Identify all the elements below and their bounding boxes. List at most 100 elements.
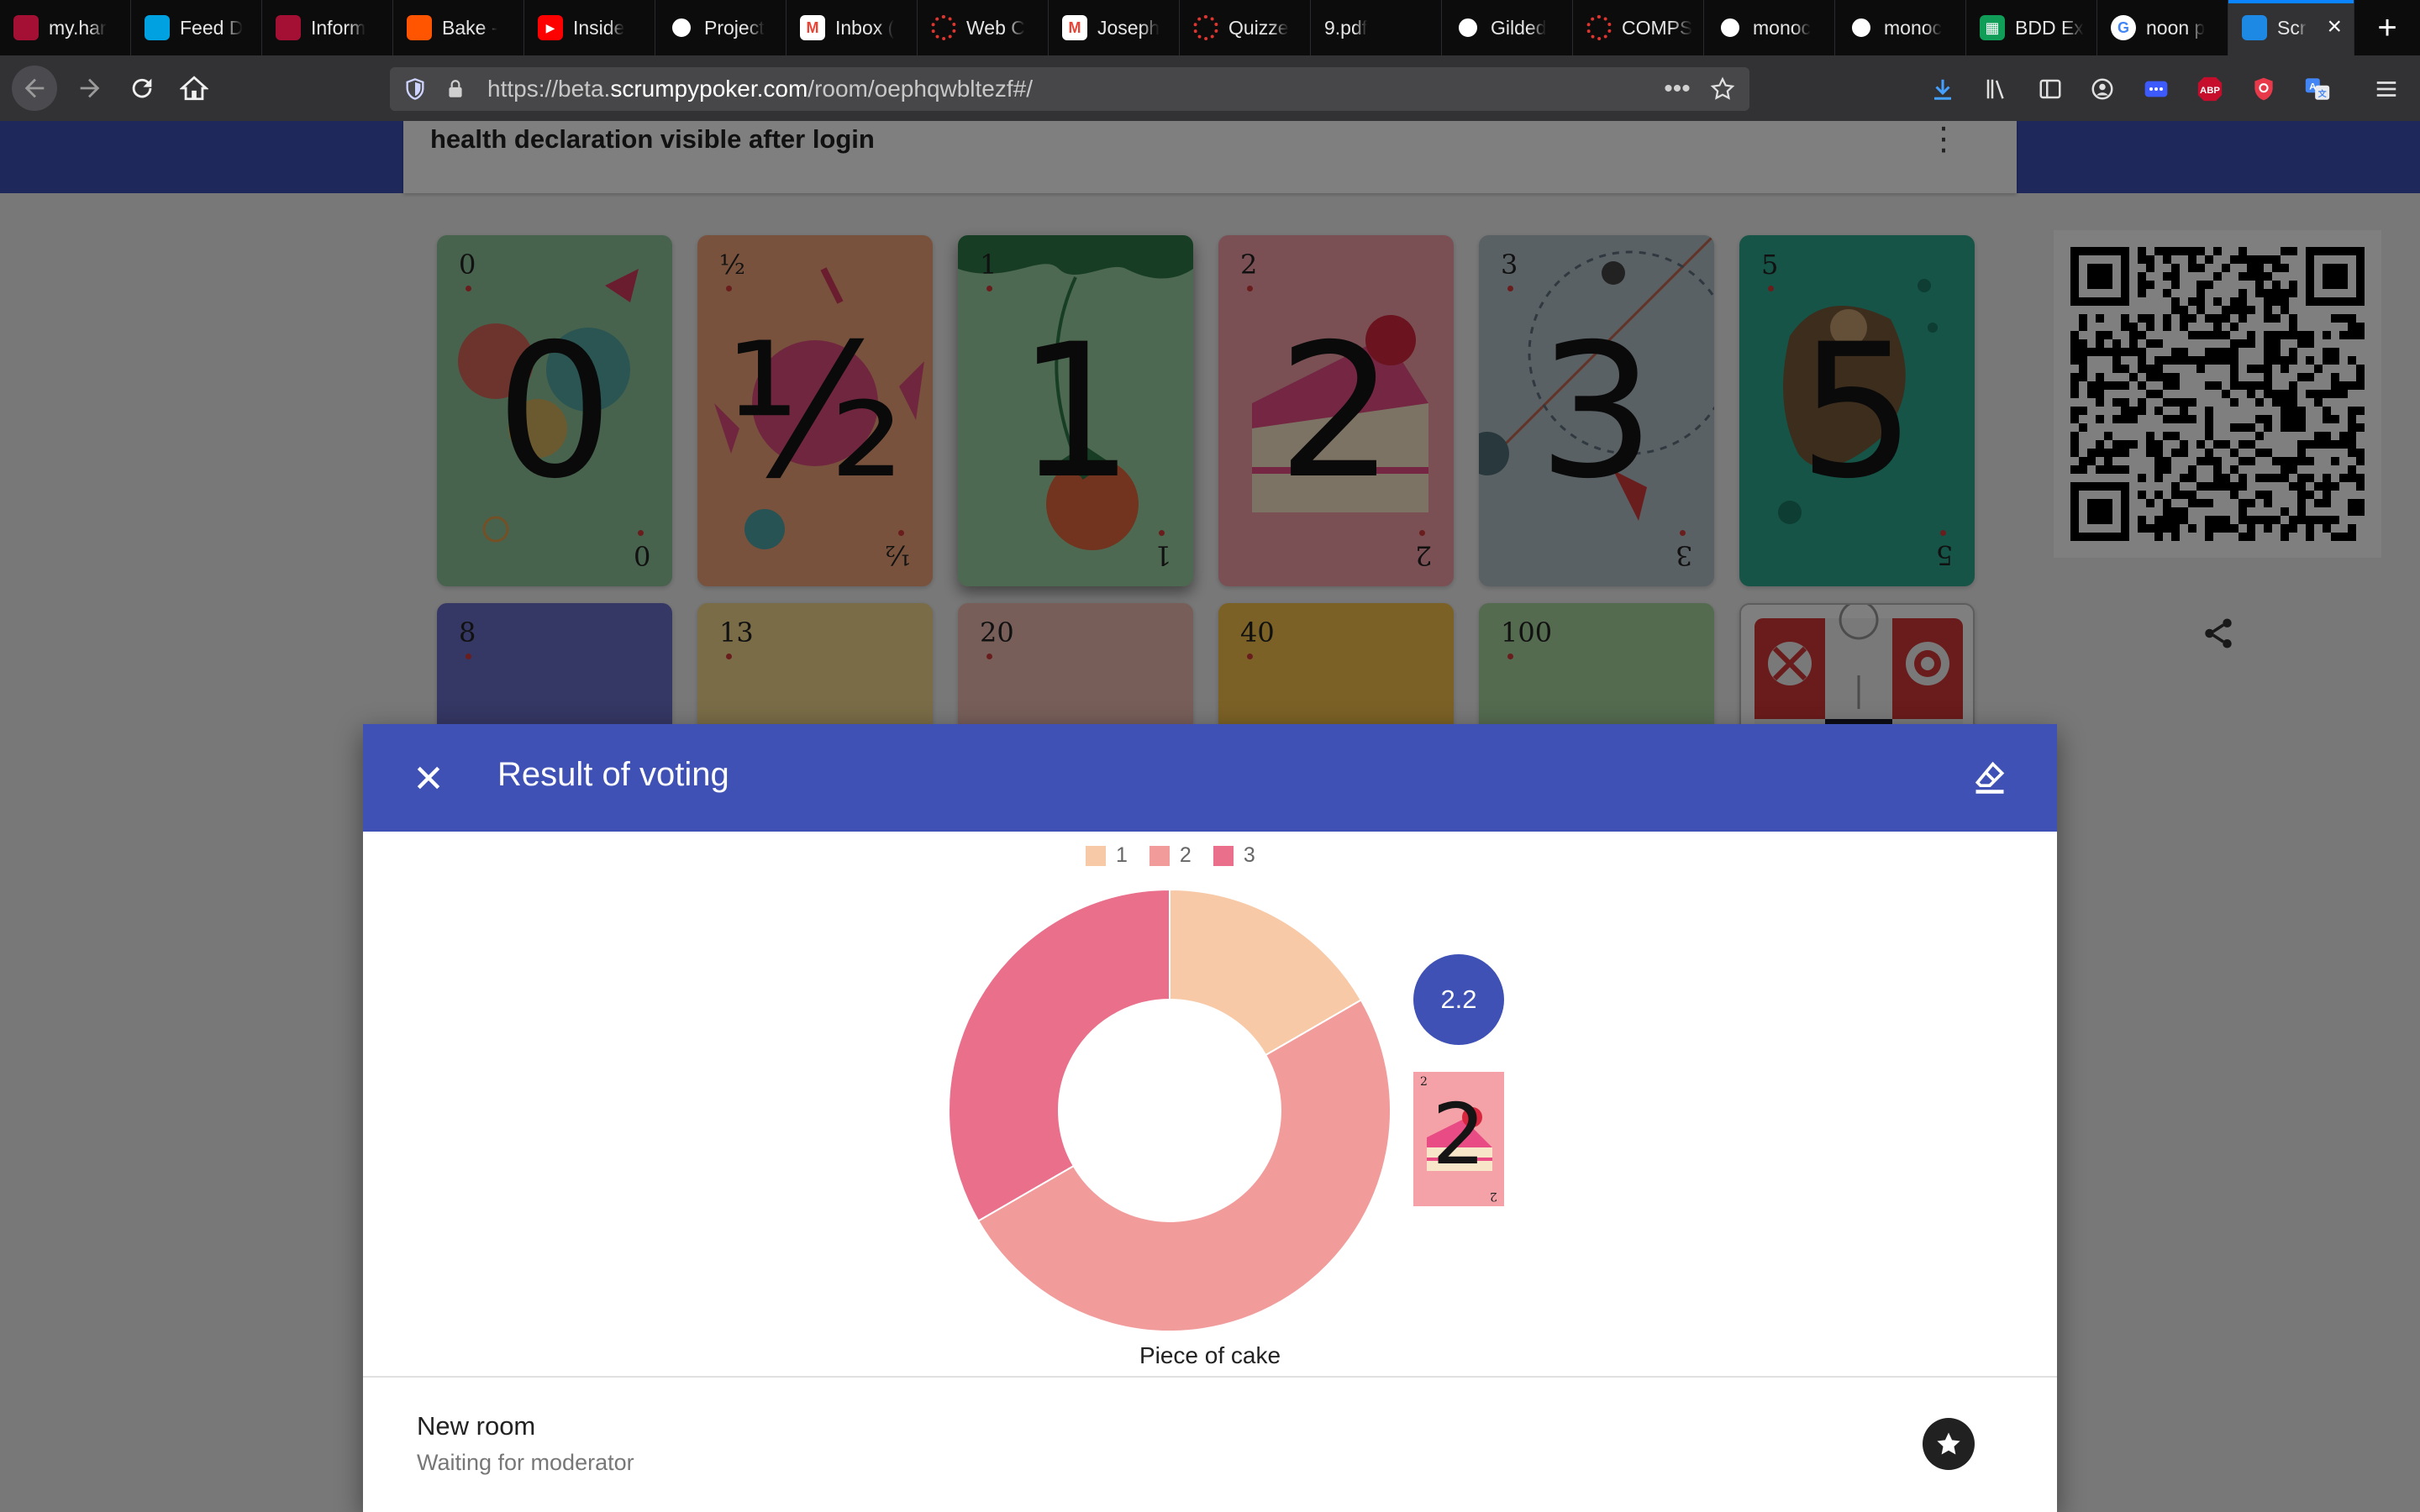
star-icon[interactable] (1923, 1418, 1975, 1470)
browser-tab[interactable]: M Joseph (1049, 0, 1180, 55)
shield-icon (276, 15, 301, 40)
browser-tab[interactable]: ▦ BDD Ex (1966, 0, 2097, 55)
ublock-shield-icon[interactable] (2247, 72, 2281, 106)
browser-tab-label: Quizze (1228, 16, 1289, 39)
browser-tab-label: Scr (2277, 16, 2307, 39)
browser-tab[interactable]: Gilded (1442, 0, 1573, 55)
browser-tab[interactable]: 9.pdf (1311, 0, 1442, 55)
url-text: https://beta.scrumpypoker.com/room/oephq… (487, 76, 1034, 102)
back-icon[interactable] (12, 66, 57, 111)
browser-tab[interactable]: monoc (1704, 0, 1835, 55)
menu-hamburger-icon[interactable] (2370, 72, 2403, 106)
legend-label: 3 (1243, 843, 1255, 867)
browser-tab-label: monoc (1753, 16, 1812, 39)
browser-tab[interactable]: ▶ Inside (524, 0, 655, 55)
close-icon[interactable] (403, 753, 454, 803)
browser-tab-label: Gilded (1491, 16, 1547, 39)
browser-tab-label: 9.pdf (1324, 16, 1368, 39)
library-icon[interactable] (1980, 72, 2013, 106)
legend-item[interactable]: 2 (1149, 843, 1192, 868)
downloads-icon[interactable] (1926, 72, 1960, 106)
legend-swatch (1213, 845, 1234, 866)
legend-swatch (1149, 845, 1170, 866)
browser-tab-label: Bake - (442, 16, 498, 39)
soundcloud-icon (407, 15, 432, 40)
bookmark-star-icon[interactable] (1707, 74, 1738, 104)
legend-item[interactable]: 1 (1086, 843, 1128, 868)
consensus-card-value: 2 (1432, 1085, 1486, 1184)
clear-votes-eraser-icon[interactable] (1963, 751, 2017, 805)
browser-tab-label: Joseph (1097, 16, 1160, 39)
divider (363, 1376, 2057, 1378)
browser-toolbar: https://beta.scrumpypoker.com/room/oephq… (0, 55, 2420, 121)
browser-tab[interactable]: Feed D (131, 0, 262, 55)
github-icon (1849, 15, 1874, 40)
donut-slice-3[interactable] (948, 888, 1171, 1222)
browser-tab[interactable]: Quizze (1180, 0, 1311, 55)
gmail-icon: M (1062, 15, 1087, 40)
address-bar[interactable]: https://beta.scrumpypoker.com/room/oephq… (390, 67, 1749, 111)
browser-tab[interactable]: Inform (262, 0, 393, 55)
gmail-icon: M (800, 15, 825, 40)
legend-label: 2 (1179, 843, 1192, 867)
dialog-title: Result of voting (497, 756, 729, 793)
adblock-plus-icon[interactable]: ABP (2193, 72, 2227, 106)
ring-logo-icon (1193, 15, 1218, 40)
home-icon[interactable] (171, 66, 217, 111)
browser-tab[interactable]: my.har (0, 0, 131, 55)
chart-legend: 1 2 3 (1086, 843, 1255, 868)
legend-label: 1 (1116, 843, 1128, 867)
consensus-card-corner-bottom: 2 (1490, 1189, 1497, 1203)
github-icon (1718, 15, 1743, 40)
sheets-icon: ▦ (1980, 15, 2005, 40)
browser-tab[interactable]: Project (655, 0, 786, 55)
github-icon (1455, 15, 1481, 40)
vote-donut-chart (948, 888, 1392, 1332)
close-tab-icon[interactable]: × (2327, 12, 2342, 42)
forward-icon[interactable] (67, 66, 113, 111)
sidebar-icon[interactable] (2033, 72, 2067, 106)
browser-tab-label: Inside (573, 16, 625, 39)
browser-tab-label: COMPS (1622, 16, 1693, 39)
browser-tab[interactable]: Bake - (393, 0, 524, 55)
page-actions-icon[interactable]: ••• (1662, 74, 1692, 104)
average-badge: 2.2 (1413, 954, 1504, 1045)
browser-tab[interactable]: M Inbox ( (786, 0, 918, 55)
browser-tab[interactable]: Gnoon p (2097, 0, 2228, 55)
reload-icon[interactable] (119, 66, 165, 111)
new-tab-button[interactable]: + (2360, 0, 2415, 55)
browser-tab-label: BDD Ex (2015, 16, 2084, 39)
legend-swatch (1086, 845, 1106, 866)
browser-tab[interactable]: Web C (918, 0, 1049, 55)
salesforce-cloud-icon (145, 15, 170, 40)
github-icon (669, 15, 694, 40)
svg-text:ABP: ABP (2200, 86, 2220, 96)
google-icon: G (2111, 15, 2136, 40)
shield-icon (13, 15, 39, 40)
browser-tab-label: Project (704, 16, 765, 39)
account-icon[interactable] (2086, 72, 2119, 106)
browser-tab-label: my.har (49, 16, 107, 39)
tracking-protection-icon[interactable] (400, 74, 430, 104)
browser-tab[interactable]: monoc (1835, 0, 1966, 55)
browser-tab[interactable]: COMPS (1573, 0, 1704, 55)
browser-tab[interactable]: Scr × (2228, 0, 2354, 55)
svg-text:文: 文 (2318, 88, 2327, 99)
browser-tab-label: monoc (1884, 16, 1943, 39)
room-name: New room (417, 1411, 536, 1441)
browser-tab-bar: my.har Feed D Inform Bake - ▶ Inside Project M I… (0, 0, 2420, 55)
youtube-icon: ▶ (538, 15, 563, 40)
browser-tab-label: noon p (2146, 16, 2206, 39)
legend-item[interactable]: 3 (1213, 843, 1255, 868)
dialog-header: Result of voting (363, 724, 2057, 832)
room-status: Waiting for moderator (417, 1450, 634, 1475)
lock-icon[interactable] (440, 74, 471, 104)
result-of-voting-dialog: Result of voting 1 2 3 2.2 2 2 2 Piece of … (363, 724, 2057, 1512)
chart-caption: Piece of cake (1139, 1342, 1281, 1368)
ring-logo-icon (1586, 15, 1612, 40)
password-manager-icon[interactable] (2139, 72, 2173, 106)
scrumpy-icon (2242, 15, 2267, 40)
svg-text:A: A (2309, 82, 2316, 92)
browser-tab-label: Feed D (180, 16, 244, 39)
translate-icon[interactable]: A文 (2301, 72, 2334, 106)
